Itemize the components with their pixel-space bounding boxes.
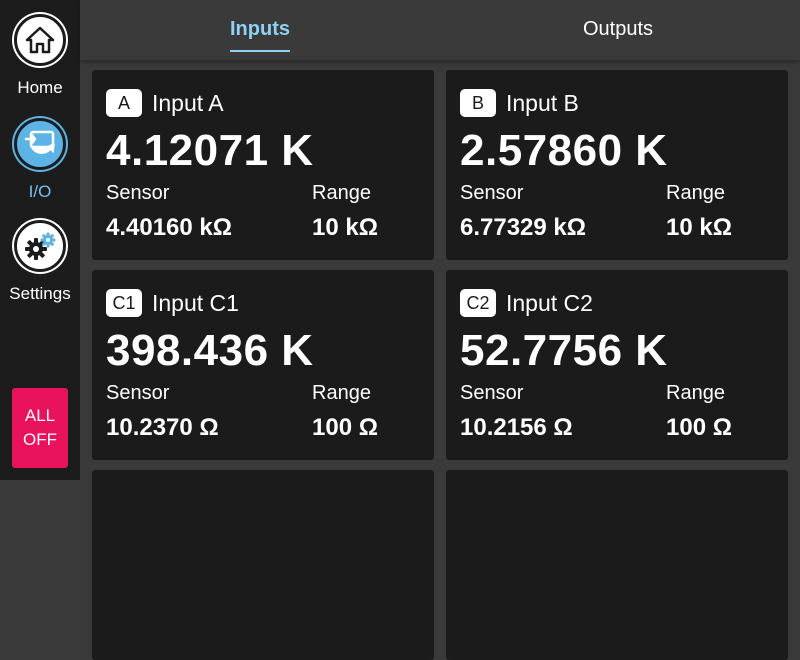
all-off-button[interactable]: ALL OFF (12, 388, 68, 468)
sidebar: Home I/O Settings ALL OFF (0, 0, 80, 480)
input-name: Input B (506, 89, 579, 116)
nav-settings-button[interactable]: Settings (0, 220, 80, 304)
range-value: 100 Ω (312, 414, 378, 441)
input-card-partial[interactable] (92, 470, 434, 660)
input-badge: C1 (106, 289, 142, 317)
sensor-label: Sensor (460, 182, 524, 204)
nav-settings-label: Settings (9, 284, 71, 303)
range-value: 10 kΩ (666, 214, 732, 241)
input-name: Input C2 (506, 289, 593, 316)
tab-bar: Inputs Outputs (80, 0, 800, 60)
input-card-c1[interactable]: C1 Input C1 398.436 K Sensor Range 10.23… (92, 270, 434, 460)
range-value: 100 Ω (666, 414, 732, 441)
input-card-c2[interactable]: C2 Input C2 52.7756 K Sensor Range 10.21… (446, 270, 788, 460)
range-label: Range (312, 382, 371, 404)
sensor-label: Sensor (460, 382, 524, 404)
tab-outputs[interactable]: Outputs (583, 18, 653, 41)
range-label: Range (312, 182, 371, 204)
sensor-label: Sensor (106, 182, 170, 204)
input-badge: C2 (460, 289, 496, 317)
input-card-a[interactable]: A Input A 4.12071 K Sensor Range 4.40160… (92, 70, 434, 260)
temperature-reading: 52.7756 K (460, 326, 668, 375)
sensor-value: 10.2156 Ω (460, 414, 573, 441)
active-tab-indicator (230, 50, 290, 52)
nav-io-button[interactable]: I/O (0, 118, 80, 202)
input-badge: B (460, 89, 496, 117)
input-card-partial[interactable] (446, 470, 788, 660)
range-label: Range (666, 382, 725, 404)
input-card-b[interactable]: B Input B 2.57860 K Sensor Range 6.77329… (446, 70, 788, 260)
range-label: Range (666, 182, 725, 204)
home-icon (14, 14, 66, 66)
range-value: 10 kΩ (312, 214, 378, 241)
nav-home-label: Home (17, 78, 63, 97)
input-badge: A (106, 89, 142, 117)
tab-outputs-label: Outputs (583, 18, 654, 40)
tab-inputs-label: Inputs (230, 18, 290, 40)
temperature-reading: 4.12071 K (106, 126, 314, 175)
nav-home-button[interactable]: Home (0, 14, 80, 98)
sensor-value: 4.40160 kΩ (106, 214, 233, 241)
temperature-reading: 2.57860 K (460, 126, 668, 175)
io-icon (14, 118, 66, 170)
sensor-value: 6.77329 kΩ (460, 214, 587, 241)
sensor-value: 10.2370 Ω (106, 414, 219, 441)
sensor-label: Sensor (106, 382, 170, 404)
nav-io-label: I/O (28, 182, 52, 201)
tab-inputs[interactable]: Inputs (230, 18, 290, 52)
input-name: Input C1 (152, 289, 239, 316)
gear-icon (14, 220, 66, 272)
temperature-reading: 398.436 K (106, 326, 314, 375)
input-name: Input A (152, 89, 224, 116)
